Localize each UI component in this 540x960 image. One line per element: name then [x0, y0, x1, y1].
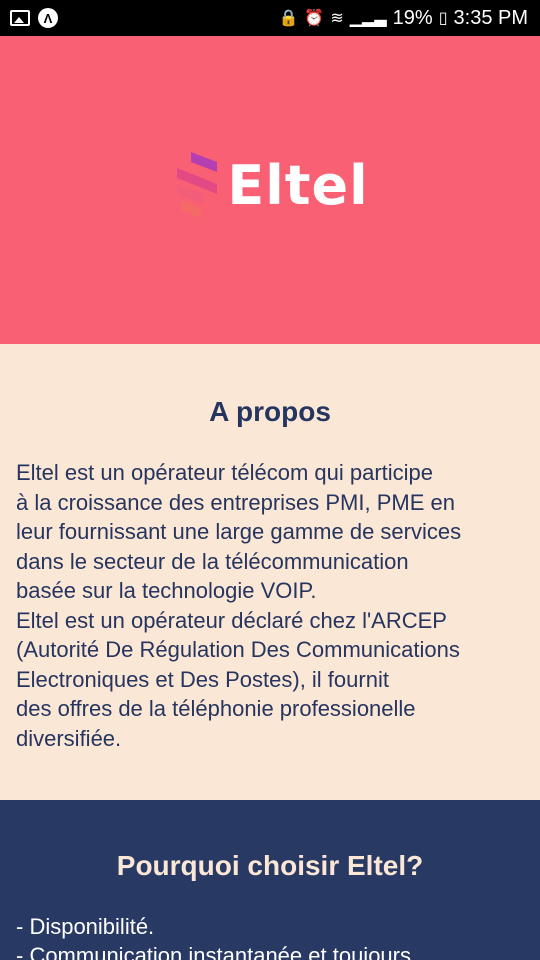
logo-mark-icon	[177, 152, 218, 218]
about-text: Eltel est un opérateur télécom qui parti…	[16, 460, 462, 751]
header-banner: Eltel	[0, 36, 540, 344]
list-item: - Communication instantanée et toujours	[16, 943, 411, 960]
about-section: A propos Eltel est un opérateur télécom …	[0, 344, 540, 800]
brand-logo: Eltel	[171, 152, 368, 218]
why-list: - Disponibilité. - Communication instant…	[16, 912, 524, 960]
brand-name: Eltel	[227, 153, 369, 217]
battery-percent: 19%	[392, 6, 433, 29]
lock-icon: 🔒	[278, 10, 299, 27]
battery-icon: ▯	[438, 10, 448, 27]
signal-icon: ▁▂▃	[349, 10, 387, 27]
list-item: - Disponibilité.	[16, 914, 155, 939]
wifi-icon: ≋	[330, 10, 344, 27]
why-title: Pourquoi choisir Eltel?	[116, 850, 424, 881]
about-title: A propos	[209, 396, 331, 427]
why-section: Pourquoi choisir Eltel? - Disponibilité.…	[0, 800, 540, 960]
status-bar: Λ 🔒 ⏰ ≋ ▁▂▃ 19% ▯ 3:35 PM	[0, 0, 540, 36]
alarm-icon: ⏰	[304, 10, 325, 27]
image-notification-icon	[10, 10, 30, 26]
app-notification-icon: Λ	[38, 8, 58, 28]
clock: 3:35 PM	[453, 6, 528, 29]
